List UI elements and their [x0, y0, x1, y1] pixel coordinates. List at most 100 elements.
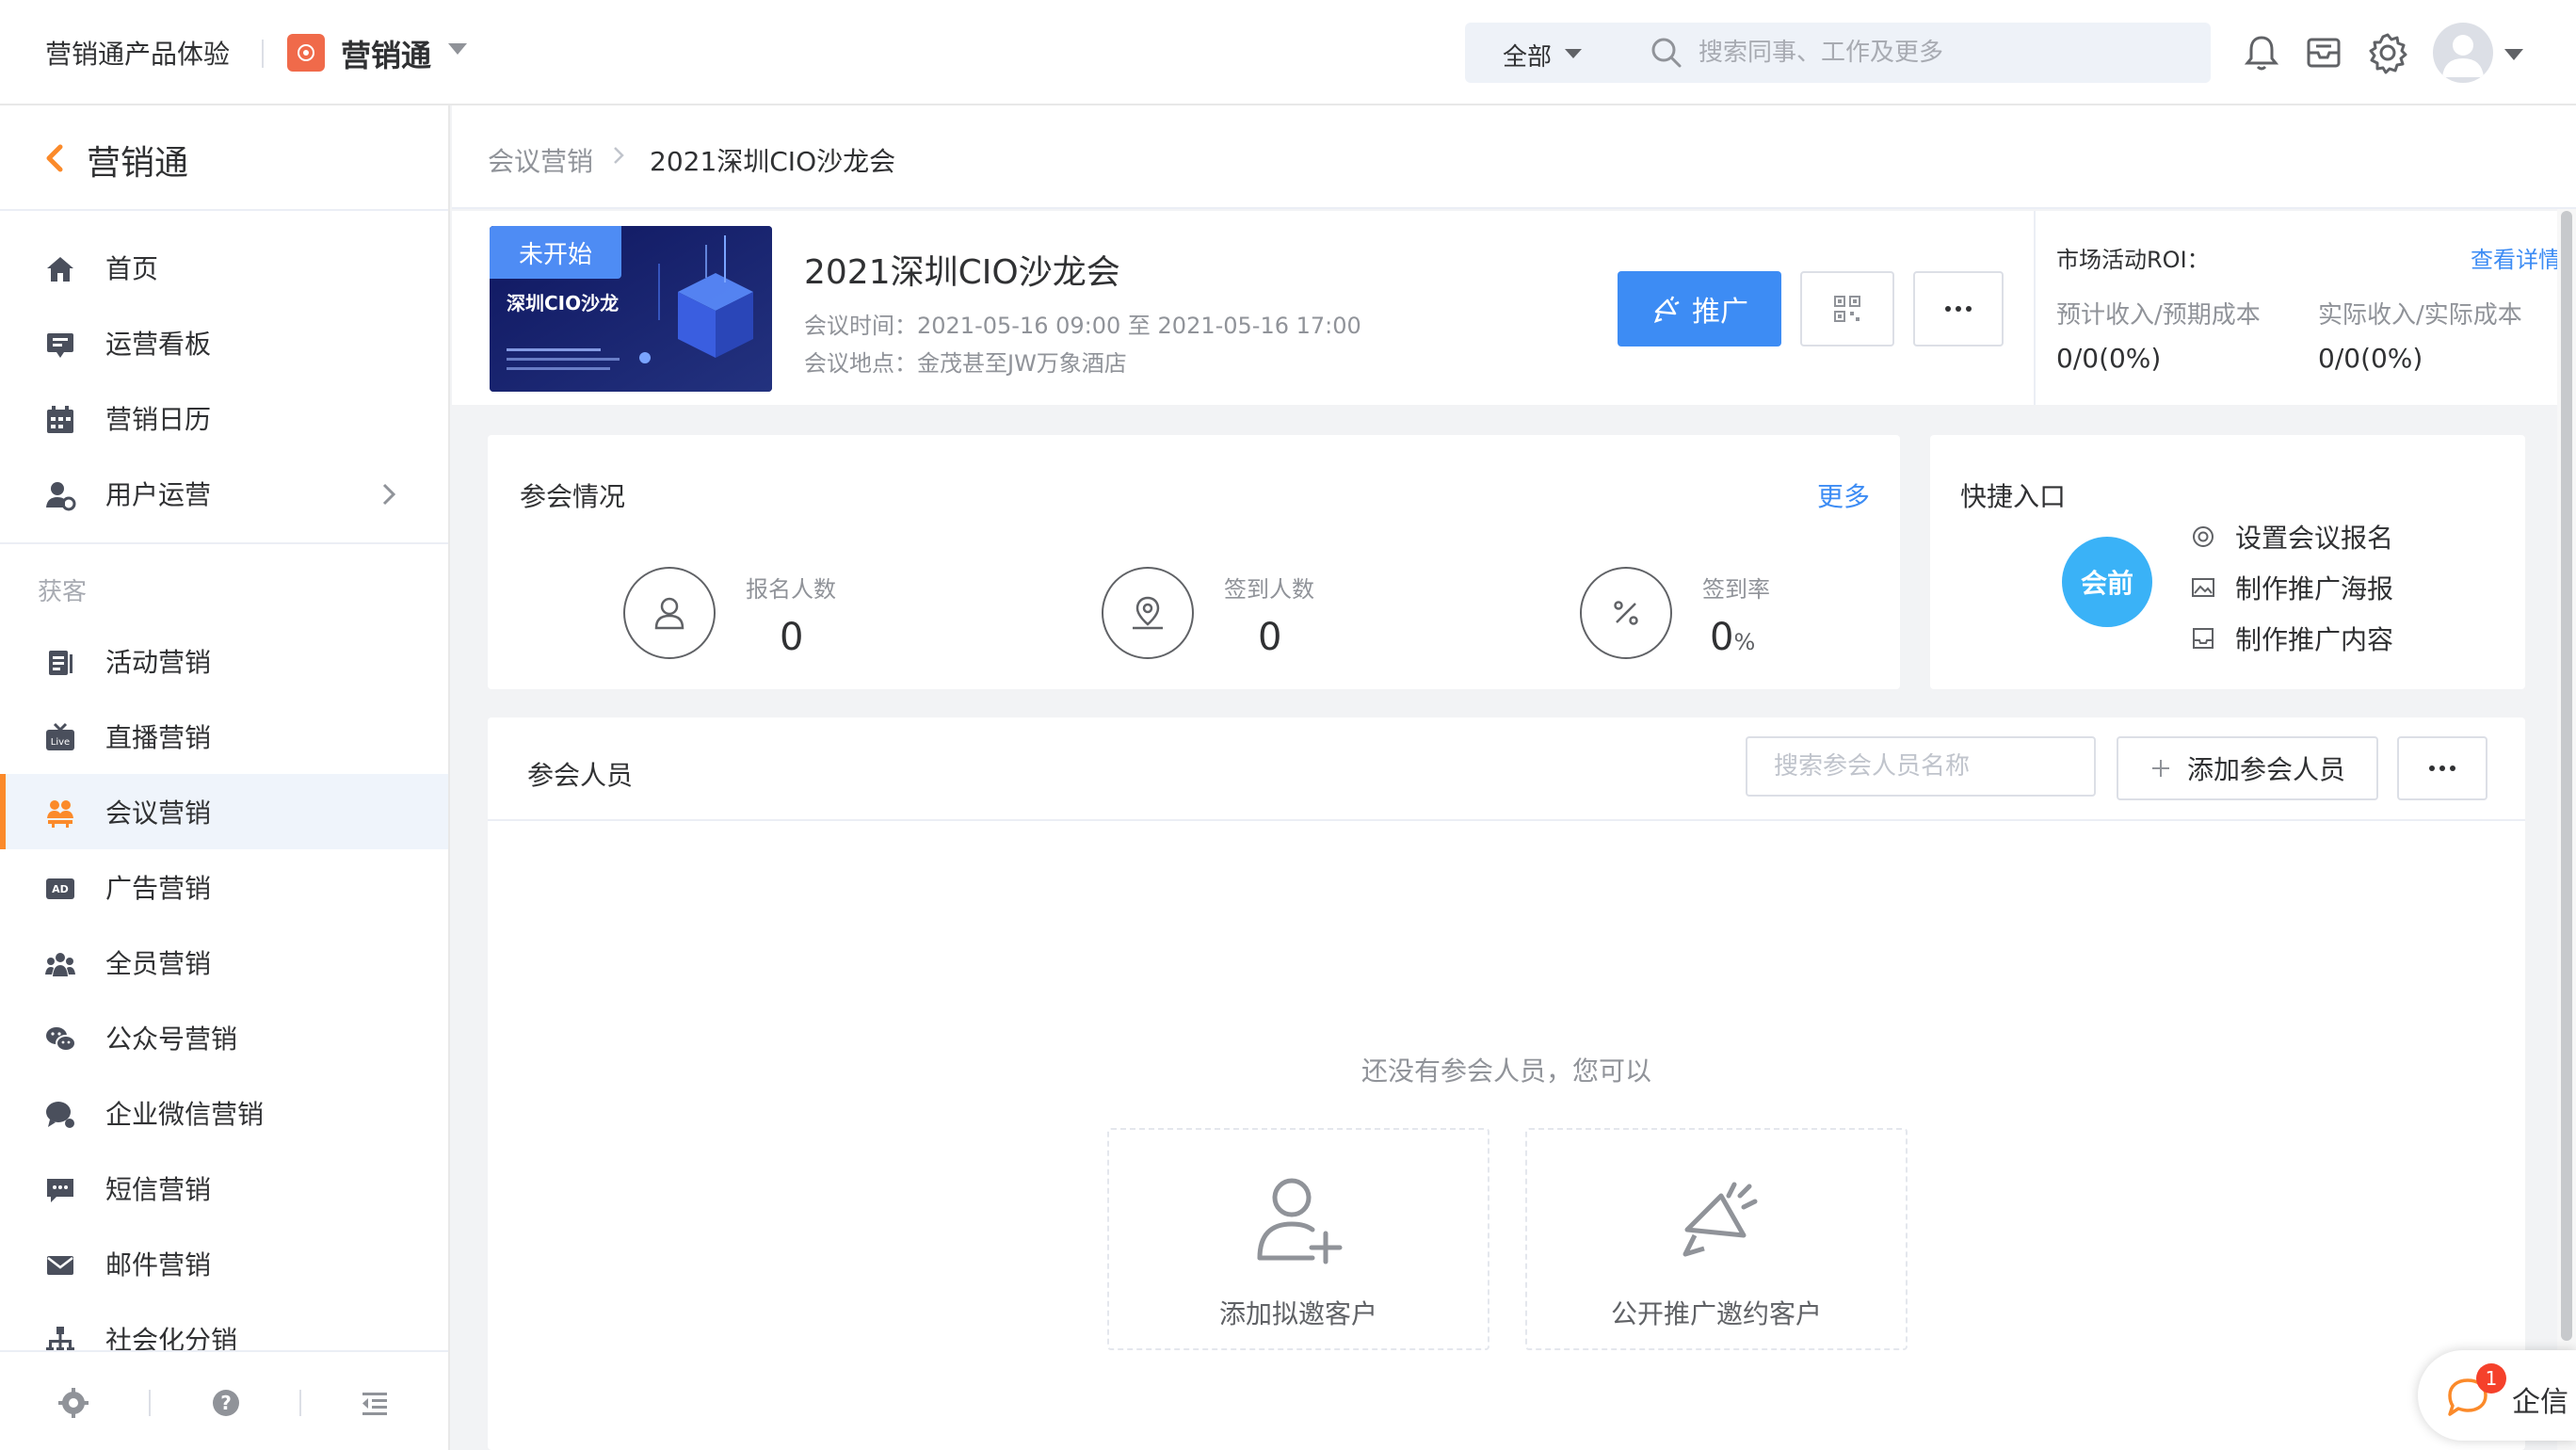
qixin-chat-button[interactable]: 1 企信	[2418, 1350, 2576, 1441]
poster-title: 深圳CIO沙龙	[507, 292, 620, 314]
percent-icon	[1580, 567, 1672, 659]
product-name[interactable]: 营销通	[341, 32, 431, 75]
participation-more-link[interactable]: 更多	[1817, 476, 1870, 514]
attendees-title: 参会人员	[527, 760, 634, 791]
stage-before-badge[interactable]: 会前	[2062, 537, 2152, 627]
scope-caret-icon[interactable]	[1565, 49, 1582, 58]
roi-details-link[interactable]: 查看详情	[2471, 241, 2561, 274]
roi-actual-value: 0/0(0%)	[2318, 343, 2423, 374]
footer-divider	[149, 1390, 151, 1416]
roi-actual-label: 实际收入/实际成本	[2318, 301, 2522, 330]
sidebar-item-wecom[interactable]: 企业微信营销	[0, 1075, 448, 1151]
bell-icon[interactable]	[2237, 28, 2286, 77]
roi-expected-value: 0/0(0%)	[2056, 343, 2162, 374]
breadcrumb-parent-link[interactable]: 会议营销	[488, 141, 593, 179]
sidebar-item-calendar[interactable]: 营销日历	[0, 380, 448, 456]
sidebar-item-label: 全员营销	[105, 948, 212, 979]
attendees-header: 参会人员 添加参会人员	[488, 717, 2525, 821]
sidebar-item-label: 直播营销	[105, 722, 212, 753]
collapse-menu-icon[interactable]	[358, 1386, 392, 1420]
participation-title: 参会情况	[520, 481, 626, 512]
sidebar-item-activity[interactable]: 活动营销	[0, 623, 448, 699]
mail-icon	[43, 1249, 77, 1282]
more-actions-button[interactable]	[1913, 271, 2004, 346]
empty-state-text: 还没有参会人员，您可以	[1360, 1055, 1651, 1087]
sidebar-item-all-staff[interactable]: 全员营销	[0, 925, 448, 1000]
sidebar-item-meeting[interactable]: 会议营销	[0, 774, 448, 849]
global-search: 全部	[1465, 23, 2211, 83]
qixin-label: 企信	[2512, 1386, 2568, 1419]
settings-gear-icon[interactable]	[56, 1386, 90, 1420]
sidebar-item-official-account[interactable]: 公众号营销	[0, 1000, 448, 1075]
sidebar-item-ad[interactable]: AD 广告营销	[0, 849, 448, 925]
main-scrollbar[interactable]	[2557, 209, 2576, 1450]
team-icon	[43, 947, 77, 981]
sidebar-item-label: 用户运营	[105, 479, 212, 510]
quick-entry-content[interactable]: 制作推广内容	[2190, 620, 2393, 657]
chevron-right-icon[interactable]	[380, 482, 397, 510]
image-icon	[2190, 574, 2216, 601]
add-invitees-label: 添加拟邀客户	[1218, 1298, 1377, 1329]
qrcode-button[interactable]	[1800, 271, 1894, 346]
checkin-rate-value: 0%	[1710, 616, 1756, 659]
activity-icon	[43, 646, 77, 680]
svg-text:AD: AD	[52, 883, 69, 895]
public-promote-card[interactable]: 公开推广邀约客户	[1525, 1128, 1908, 1350]
quick-entry-setup-registration[interactable]: 设置会议报名	[2190, 518, 2393, 556]
sidebar-item-sms[interactable]: 短信营销	[0, 1151, 448, 1226]
event-time: 会议时间：2021-05-16 09:00 至 2021-05-16 17:00	[804, 313, 1361, 339]
sidebar-item-user-ops[interactable]: 用户运营	[0, 456, 448, 531]
calendar-icon	[43, 403, 77, 437]
live-icon: Live	[43, 721, 77, 755]
gear-icon[interactable]	[2363, 28, 2412, 77]
scrollbar-thumb[interactable]	[2561, 211, 2572, 1341]
sidebar-item-label: 会议营销	[105, 798, 212, 829]
participation-panel: 参会情况 更多 报名人数 0 签到人数 0 签到率 0%	[488, 435, 1900, 689]
sidebar-group-label: 获客	[38, 578, 88, 606]
back-arrow-icon[interactable]	[41, 143, 68, 177]
sidebar-item-label: 运营看板	[105, 329, 212, 360]
product-switch-caret-icon[interactable]	[448, 43, 467, 55]
event-poster-image[interactable]: 未开始 深圳CIO沙龙	[490, 226, 772, 392]
svg-text:?: ?	[220, 1392, 232, 1414]
add-user-icon	[1109, 1168, 1488, 1271]
attendee-search-input[interactable]	[1746, 736, 2096, 797]
breadcrumb-chevron-icon	[612, 145, 625, 169]
sidebar-item-dashboard[interactable]: 运营看板	[0, 305, 448, 380]
top-bar: 营销通产品体验 营销通 全部	[0, 0, 2576, 105]
help-icon[interactable]: ?	[209, 1386, 243, 1420]
roi-panel: 市场活动ROI： 查看详情 预计收入/预期成本 实际收入/实际成本 0/0(0%…	[2034, 211, 2561, 405]
quick-entry-title: 快捷入口	[1960, 481, 2067, 512]
global-search-input[interactable]	[1699, 34, 2188, 72]
svg-text:Live: Live	[51, 737, 70, 748]
add-attendee-button[interactable]: 添加参会人员	[2117, 736, 2378, 800]
sidebar: 营销通 首页 运营看板 营销日历 用户运营 获客 活动营销 Live 直播营销 …	[0, 105, 450, 1450]
sidebar-item-home[interactable]: 首页	[0, 230, 448, 305]
app-name[interactable]: 营销通产品体验	[45, 34, 230, 72]
search-icon	[1650, 36, 1683, 73]
qrcode-icon	[1834, 296, 1860, 322]
dashboard-icon	[43, 328, 77, 362]
user-avatar[interactable]	[2433, 23, 2493, 83]
sms-icon	[43, 1173, 77, 1207]
meeting-icon	[43, 797, 77, 830]
sidebar-item-email[interactable]: 邮件营销	[0, 1226, 448, 1301]
quick-entry-poster[interactable]: 制作推广海报	[2190, 569, 2393, 606]
inbox-icon[interactable]	[2299, 28, 2348, 77]
sidebar-item-live[interactable]: Live 直播营销	[0, 699, 448, 774]
settings-ring-icon	[2190, 524, 2216, 550]
wechat-icon	[43, 1023, 77, 1056]
footer-divider	[299, 1390, 301, 1416]
registrants-value: 0	[780, 616, 804, 659]
promote-button[interactable]: 推广	[1618, 271, 1781, 346]
user-menu-caret-icon[interactable]	[2504, 49, 2523, 60]
ellipsis-icon	[2429, 765, 2455, 771]
add-invitees-card[interactable]: 添加拟邀客户	[1107, 1128, 1489, 1350]
checkin-label: 签到人数	[1224, 576, 1314, 603]
unread-badge: 1	[2476, 1363, 2506, 1394]
registrants-icon	[623, 567, 716, 659]
checkin-icon	[1102, 567, 1194, 659]
attendees-more-button[interactable]	[2397, 736, 2487, 800]
top-divider	[262, 40, 264, 68]
search-scope-select[interactable]: 全部	[1503, 38, 1552, 72]
